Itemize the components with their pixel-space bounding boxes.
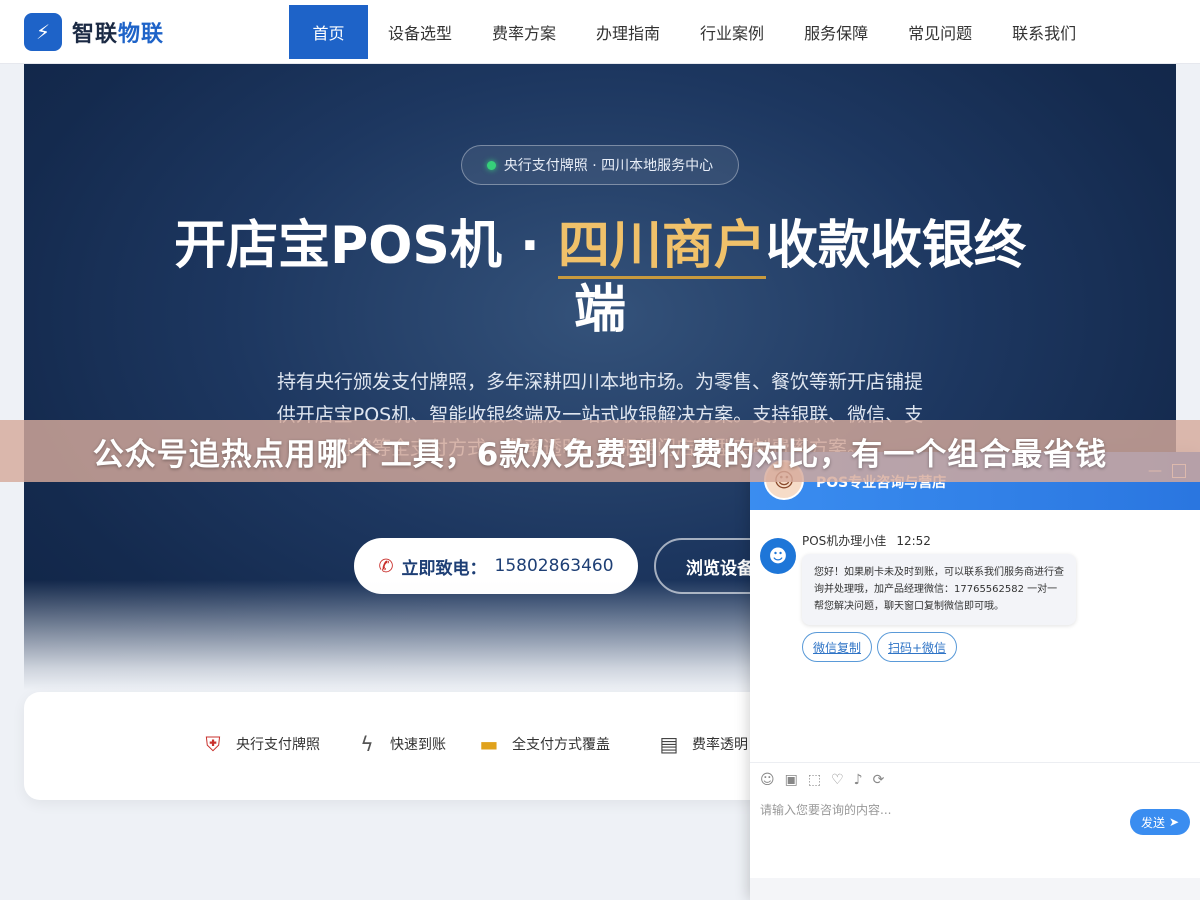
overlay-banner: 公众号追热点用哪个工具，6款从免费到付费的对比，有一个组合最省钱 xyxy=(0,420,1200,482)
feature-fast-settlement: ϟ 快速到账 xyxy=(354,732,446,756)
message-time: 12:52 xyxy=(896,534,931,548)
nav-rate-plans[interactable]: 费率方案 xyxy=(472,5,576,59)
phone-icon: ✆ xyxy=(378,555,394,577)
call-number: 15802863460 xyxy=(494,556,614,576)
screenshot-icon[interactable]: ⬚ xyxy=(808,772,821,788)
nav-faq[interactable]: 常见问题 xyxy=(888,5,992,59)
banner-text: 公众号追热点用哪个工具，6款从免费到付费的对比，有一个组合最省钱 xyxy=(92,436,1108,473)
nav-cases[interactable]: 行业案例 xyxy=(680,5,784,59)
clipboard-icon: ▤ xyxy=(659,732,679,756)
feature-label: 全支付方式覆盖 xyxy=(512,737,610,753)
chat-message-input[interactable] xyxy=(760,800,1120,820)
send-button[interactable]: 发送 ➤ xyxy=(1130,809,1190,835)
rating-icon[interactable]: ♡ xyxy=(831,772,844,788)
agent-avatar-icon: ☻ xyxy=(760,538,796,574)
logo-text: 智联物联 xyxy=(72,16,164,48)
send-label: 发送 xyxy=(1140,815,1165,830)
site-header: ⚡ 智联物联 首页 设备选型 费率方案 办理指南 行业案例 服务保障 常见问题 … xyxy=(0,0,1200,64)
copy-wechat-button[interactable]: 微信复制 xyxy=(802,632,873,662)
feature-label: 快速到账 xyxy=(390,737,446,753)
shield-icon: ⛨ xyxy=(205,732,221,756)
lightning-icon: ϟ xyxy=(360,732,374,756)
nav-guide[interactable]: 办理指南 xyxy=(576,5,680,59)
feature-all-payments: ▬ 全支付方式覆盖 xyxy=(476,732,610,756)
scan-wechat-button[interactable]: 扫码+微信 xyxy=(877,632,958,662)
card-icon: ▬ xyxy=(479,732,499,756)
feature-transparent-rates: ▤ 费率透明 xyxy=(656,732,748,756)
nav-contact[interactable]: 联系我们 xyxy=(992,5,1096,59)
nav-device-selection[interactable]: 设备选型 xyxy=(368,5,472,59)
call-label: 立即致电： xyxy=(401,558,487,579)
badge-text: 央行支付牌照 · 四川本地服务中心 xyxy=(503,158,714,174)
switch-icon[interactable]: ⟳ xyxy=(873,772,885,788)
chat-toolbar: ☺ ▣ ⬚ ♡ ♪ ⟳ xyxy=(750,762,1200,796)
lightning-logo-icon: ⚡ xyxy=(24,13,62,51)
chat-footer xyxy=(750,878,1200,900)
logo-accent: 物联 xyxy=(118,22,165,47)
status-dot-icon xyxy=(486,160,496,170)
feature-label: 费率透明 xyxy=(692,737,748,753)
sound-icon[interactable]: ♪ xyxy=(854,772,863,788)
emoji-icon[interactable]: ☺ xyxy=(760,772,775,788)
agent-meta: POS机办理小佳 12:52 xyxy=(802,532,931,549)
chat-widget: ☺ POS专业咨询与营店 — ☻ POS机办理小佳12:52 您好！如果刷卡未及… xyxy=(750,452,1200,900)
logo-main: 智联 xyxy=(72,22,119,47)
send-arrow-icon: ➤ xyxy=(1168,815,1180,829)
feature-label: 央行支付牌照 xyxy=(236,737,320,753)
nav-service[interactable]: 服务保障 xyxy=(784,5,888,59)
hero-title: 开店宝POS机 · 四川商户收款收银终端 xyxy=(150,214,1050,342)
hero-title-highlight: 四川商户 xyxy=(557,216,766,279)
hero-title-pre: 开店宝POS机 · xyxy=(174,216,558,276)
image-icon[interactable]: ▣ xyxy=(785,772,798,788)
license-badge: 央行支付牌照 · 四川本地服务中心 xyxy=(461,145,739,185)
site-logo[interactable]: ⚡ 智联物联 xyxy=(24,13,164,51)
nav-home[interactable]: 首页 xyxy=(289,5,368,59)
agent-message: 您好！如果刷卡未及时到账，可以联系我们服务商进行查询并处理哦，加产品经理微信：1… xyxy=(802,554,1076,625)
feature-license: ⛨ 央行支付牌照 xyxy=(200,732,321,756)
main-nav: 首页 设备选型 费率方案 办理指南 行业案例 服务保障 常见问题 联系我们 xyxy=(289,5,1096,59)
agent-name: POS机办理小佳 xyxy=(802,534,887,548)
